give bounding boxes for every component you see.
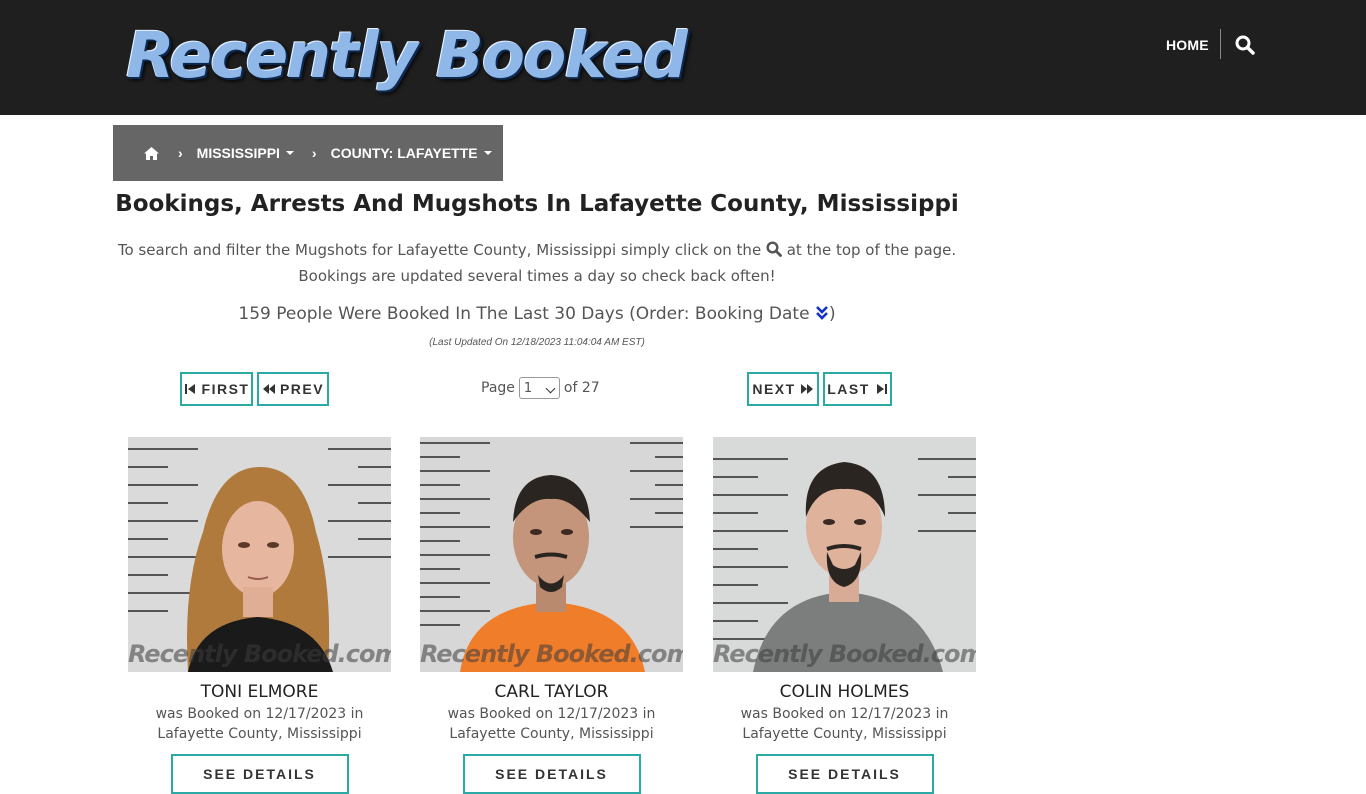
home-icon[interactable] (143, 146, 160, 161)
page-title: Bookings, Arrests And Mugshots In Lafaye… (115, 191, 959, 217)
mugshot-image (713, 437, 976, 672)
site-logo[interactable]: Recently Booked (126, 18, 688, 94)
inmate-card: Recently Booked.com COLIN HOLMES was Boo… (713, 437, 976, 794)
prev-label: PREV (279, 381, 325, 397)
booking-count-text: 159 People Were Booked In The Last 30 Da… (238, 304, 810, 324)
inmate-name[interactable]: COLIN HOLMES (713, 682, 976, 702)
step-backward-icon (184, 384, 195, 394)
step-forward-icon (876, 384, 887, 394)
next-page-button[interactable]: NEXT (747, 372, 819, 406)
first-label: FIRST (201, 381, 250, 397)
booking-location: Lafayette County, Mississippi (449, 726, 654, 742)
site-header: Recently Booked HOME (0, 0, 1366, 115)
page-label: Page (481, 380, 515, 396)
breadcrumb-county-label: COUNTY: LAFAYETTE (330, 145, 478, 161)
inmate-name[interactable]: CARL TAYLOR (420, 682, 683, 702)
see-details-button[interactable]: SEE DETAILS (462, 754, 641, 794)
mugshot-photo[interactable]: Recently Booked.com (713, 437, 976, 672)
inmate-card: Recently Booked.com CARL TAYLOR was Book… (420, 437, 683, 794)
booked-line: was Booked on 12/17/2023 in (447, 706, 656, 722)
mugshot-photo[interactable]: Recently Booked.com (128, 437, 391, 672)
next-label: NEXT (752, 381, 796, 397)
see-details-button[interactable]: SEE DETAILS (755, 754, 934, 794)
booking-count-close: ) (828, 304, 836, 324)
backward-icon (262, 384, 275, 394)
page-selector: Page 1 of 27 (481, 377, 600, 399)
inmate-name[interactable]: TONI ELMORE (128, 682, 391, 702)
prev-page-button[interactable]: PREV (257, 372, 329, 406)
booked-line: was Booked on 12/17/2023 in (740, 706, 949, 722)
intro-part2: at the top of the page. (786, 241, 957, 259)
booked-line: was Booked on 12/17/2023 in (155, 706, 364, 722)
booking-location: Lafayette County, Mississippi (157, 726, 362, 742)
intro-line2: Bookings are updated several times a day… (298, 267, 776, 285)
page-select[interactable]: 1 (518, 377, 560, 399)
page-total: of 27 (563, 380, 600, 396)
search-icon[interactable] (1235, 35, 1255, 55)
breadcrumb: › MISSISSIPPI › COUNTY: LAFAYETTE (113, 125, 503, 181)
breadcrumb-state-dropdown[interactable]: MISSISSIPPI (197, 145, 294, 161)
watermark: Recently Booked.com (420, 640, 683, 668)
first-page-button[interactable]: FIRST (180, 372, 253, 406)
see-details-button[interactable]: SEE DETAILS (170, 754, 349, 794)
double-chevron-down-icon[interactable] (815, 305, 829, 321)
caret-down-icon (483, 151, 492, 155)
last-page-button[interactable]: LAST (823, 372, 892, 406)
booking-info: was Booked on 12/17/2023 in Lafayette Co… (713, 704, 976, 744)
watermark: Recently Booked.com (128, 640, 391, 668)
page-select-value: 1 (523, 380, 533, 396)
breadcrumb-state-label: MISSISSIPPI (196, 145, 280, 161)
forward-icon (800, 384, 813, 394)
mugshot-photo[interactable]: Recently Booked.com (420, 437, 683, 672)
mugshot-image (420, 437, 683, 672)
chevron-down-icon (545, 383, 556, 394)
booking-location: Lafayette County, Mississippi (742, 726, 947, 742)
intro-text: To search and filter the Mugshots for La… (113, 237, 961, 289)
chevron-right-icon: › (311, 145, 317, 161)
nav-divider (1220, 29, 1221, 59)
inmate-card: Recently Booked.com TONI ELMORE was Book… (128, 437, 391, 794)
booking-info: was Booked on 12/17/2023 in Lafayette Co… (420, 704, 683, 744)
breadcrumb-county-dropdown[interactable]: COUNTY: LAFAYETTE (331, 145, 492, 161)
caret-down-icon (285, 151, 294, 155)
chevron-right-icon: › (178, 145, 183, 161)
nav-home-link[interactable]: HOME (1166, 37, 1209, 53)
booking-info: was Booked on 12/17/2023 in Lafayette Co… (128, 704, 391, 744)
last-label: LAST (827, 381, 870, 397)
search-icon (766, 241, 782, 257)
mugshot-image (128, 437, 391, 672)
intro-part1: To search and filter the Mugshots for La… (117, 241, 762, 259)
watermark: Recently Booked.com (713, 640, 976, 668)
last-updated: (Last Updated On 12/18/2023 11:04:04 AM … (429, 337, 645, 348)
booking-count: 159 People Were Booked In The Last 30 Da… (113, 304, 961, 324)
